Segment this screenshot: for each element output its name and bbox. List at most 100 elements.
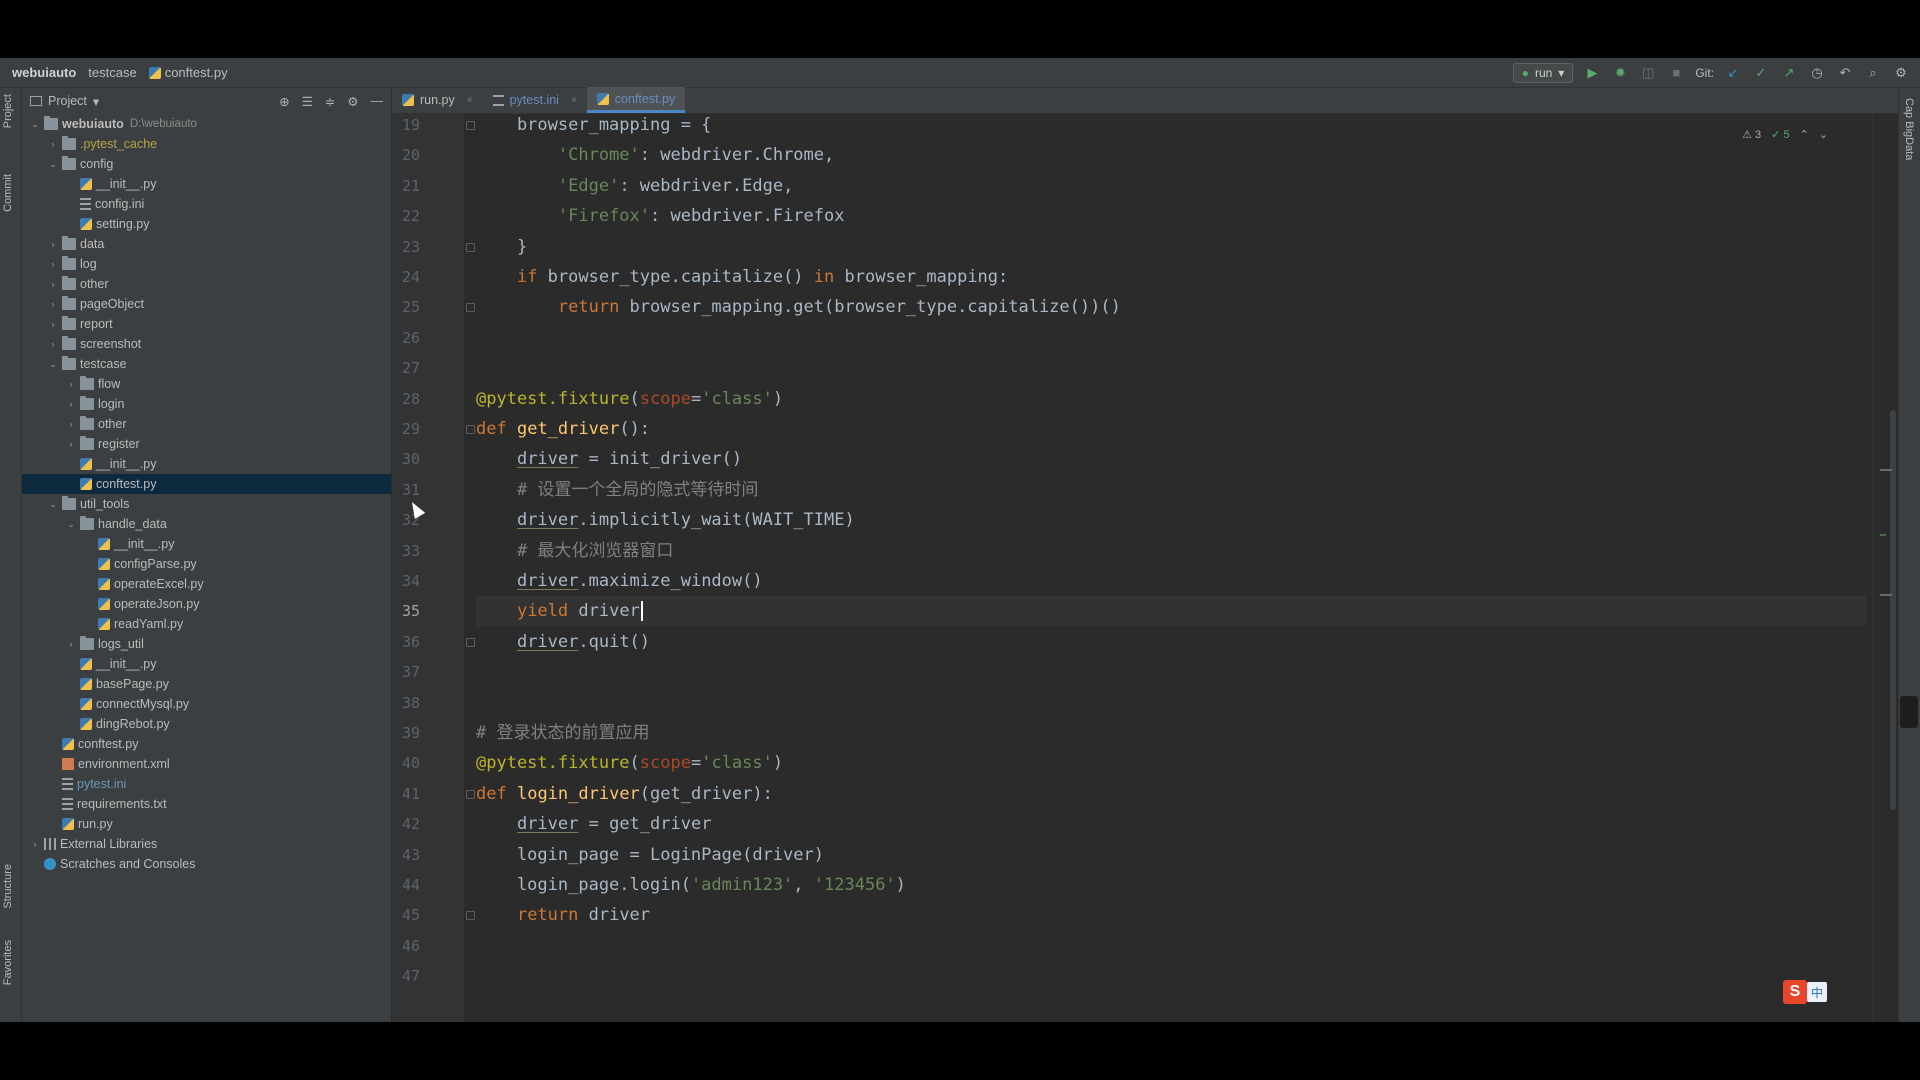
code-line[interactable]: driver.implicitly_wait(WAIT_TIME) [476,505,1866,535]
history-icon[interactable]: ◷ [1808,64,1826,82]
code-line[interactable] [476,323,1866,353]
chevron-right-icon[interactable]: › [28,839,42,849]
tree-item[interactable]: › other [22,414,391,434]
project-view-select[interactable]: Project [48,94,87,108]
fold-marker-icon[interactable] [466,789,475,799]
favorites-tool-button[interactable]: Favorites [2,940,14,985]
code-line[interactable]: @pytest.fixture(scope='class') [476,748,1866,778]
close-icon[interactable]: × [571,95,577,106]
run-configuration-select[interactable]: ● run ▾ [1512,62,1574,83]
chevron-right-icon[interactable]: › [46,279,60,289]
ime-indicator[interactable]: S 中 [1783,980,1827,1004]
chevron-down-icon[interactable]: ⌄ [46,499,60,510]
code-line[interactable]: return browser_mapping.get(browser_type.… [476,292,1866,322]
tree-item[interactable]: › flow [22,374,391,394]
code-line[interactable]: 'Edge': webdriver.Edge, [476,171,1866,201]
tree-item[interactable]: __init__.py [22,654,391,674]
code-line[interactable]: 'Chrome': webdriver.Chrome, [476,140,1866,170]
code-line[interactable] [476,961,1866,991]
code-line[interactable]: browser_mapping = { [476,110,1866,140]
search-icon[interactable]: ⌕ [1864,64,1882,82]
tree-item[interactable]: operateExcel.py [22,574,391,594]
tree-item[interactable]: ⌄ util_tools [22,494,391,514]
code-line[interactable]: driver.quit() [476,627,1866,657]
code-line[interactable]: # 登录状态的前置应用 [476,718,1866,748]
code-line[interactable] [476,931,1866,961]
tree-item[interactable]: run.py [22,814,391,834]
code-line[interactable] [476,688,1866,718]
tree-item[interactable]: › pageObject [22,294,391,314]
tree-item[interactable]: environment.xml [22,754,391,774]
tree-item[interactable]: conftest.py [22,474,391,494]
device-icon[interactable] [1900,696,1918,728]
chevron-right-icon[interactable]: › [46,139,60,149]
tree-item[interactable]: › screenshot [22,334,391,354]
git-commit-icon[interactable]: ✓ [1752,64,1770,82]
tree-item[interactable]: __init__.py [22,174,391,194]
tree-item[interactable]: › data [22,234,391,254]
tree-item[interactable]: setting.py [22,214,391,234]
chevron-down-icon[interactable]: ⌄ [28,119,42,130]
chevron-right-icon[interactable]: › [64,439,78,449]
tree-item[interactable]: conftest.py [22,734,391,754]
code-line[interactable]: if browser_type.capitalize() in browser_… [476,262,1866,292]
code-line[interactable]: def login_driver(get_driver): [476,779,1866,809]
chevron-down-icon[interactable]: ⌄ [46,359,60,370]
fold-marker-icon[interactable] [466,303,475,313]
tree-item[interactable]: ⌄ handle_data [22,514,391,534]
tree-item[interactable]: pytest.ini [22,774,391,794]
tree-item[interactable]: › login [22,394,391,414]
code-line[interactable]: driver = get_driver [476,809,1866,839]
tree-item[interactable]: config.ini [22,194,391,214]
chevron-down-icon[interactable]: ⌄ [46,159,60,170]
breadcrumb-folder[interactable]: testcase [88,65,136,80]
settings-icon[interactable]: ⚙ [1892,64,1910,82]
fold-marker-icon[interactable] [466,121,475,130]
tree-item[interactable]: requirements.txt [22,794,391,814]
tree-item[interactable]: › report [22,314,391,334]
fold-marker-icon[interactable] [466,425,475,434]
tree-item[interactable]: Scratches and Consoles [22,854,391,874]
editor-scrollbar[interactable] [1872,114,1898,1022]
breadcrumb-file[interactable]: conftest.py [148,65,228,80]
tree-item[interactable]: configParse.py [22,554,391,574]
code-line[interactable]: return driver [476,900,1866,930]
tree-item[interactable]: __init__.py [22,454,391,474]
tree-item[interactable]: ⌄ testcase [22,354,391,374]
tree-item[interactable]: ⌄ webuiauto D:\webuiauto [22,114,391,134]
gear-icon[interactable]: ⚙ [347,94,358,109]
code-area[interactable]: browser_mapping = { 'Chrome': webdriver.… [476,114,1866,1022]
expand-all-icon[interactable]: ☰ [302,94,313,109]
run-icon[interactable]: ▶ [1583,64,1601,82]
chevron-right-icon[interactable]: › [64,419,78,429]
chevron-right-icon[interactable]: › [64,379,78,389]
stop-icon[interactable]: ■ [1667,64,1685,82]
tree-item[interactable]: › other [22,274,391,294]
close-icon[interactable]: × [467,95,473,106]
hide-icon[interactable]: — [371,94,384,109]
chevron-down-icon[interactable]: ⌄ [64,519,78,530]
tree-item[interactable]: __init__.py [22,534,391,554]
git-update-icon[interactable]: ↙ [1724,64,1742,82]
code-line[interactable]: def get_driver(): [476,414,1866,444]
chevron-right-icon[interactable]: › [46,319,60,329]
structure-tool-button[interactable]: Structure [2,864,14,909]
chevron-up-icon[interactable]: ⌃ [1800,128,1809,141]
code-line[interactable]: # 设置一个全局的隐式等待时间 [476,475,1866,505]
code-line[interactable]: login_page = LoginPage(driver) [476,840,1866,870]
locate-file-icon[interactable]: ⊕ [279,94,289,109]
tree-item[interactable]: › logs_util [22,634,391,654]
code-line[interactable]: } [476,232,1866,262]
code-line[interactable]: yield driver [476,596,1866,627]
chevron-right-icon[interactable]: › [64,399,78,409]
chevron-down-icon[interactable]: ⌄ [1819,128,1828,141]
rollback-icon[interactable]: ↶ [1836,64,1854,82]
tree-item[interactable]: basePage.py [22,674,391,694]
commit-tool-button[interactable]: Commit [2,174,14,212]
tree-item[interactable]: › log [22,254,391,274]
inspection-indicators[interactable]: ⚠ 3 ✓ 5 ⌃ ⌄ [1742,128,1828,141]
project-tool-button[interactable]: Project [2,94,14,128]
chevron-right-icon[interactable]: › [46,259,60,269]
code-line[interactable]: login_page.login('admin123', '123456') [476,870,1866,900]
tree-item[interactable]: ⌄ config [22,154,391,174]
